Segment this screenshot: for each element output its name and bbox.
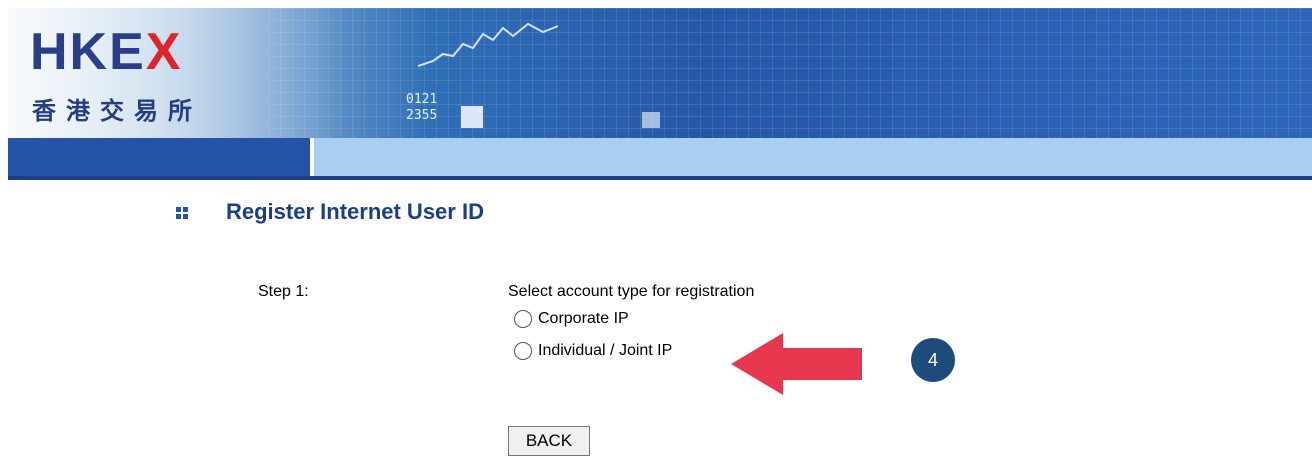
nav-bottom-rule: [8, 176, 1312, 180]
header-banner: HKEX 香港交易所 0121 2355: [8, 8, 1312, 138]
nav-bar-right: [314, 138, 1312, 176]
step-label: Step 1:: [258, 283, 309, 300]
ticker-line-2: 2355: [406, 108, 438, 123]
option-label: Corporate IP: [538, 310, 629, 327]
option-individual-joint-ip[interactable]: Individual / Joint IP: [514, 342, 672, 360]
stock-chart-graphic: [418, 22, 558, 67]
logo-x-mark: X: [145, 23, 183, 81]
radio-button[interactable]: [514, 310, 532, 328]
instruction-text: Select account type for registration: [508, 283, 755, 300]
ticker-numbers: 0121 2355: [406, 92, 437, 124]
option-corporate-ip[interactable]: Corporate IP: [514, 310, 629, 328]
page-title: Register Internet User ID: [226, 199, 484, 224]
option-label: Individual / Joint IP: [538, 342, 673, 359]
nav-bar-left: [8, 138, 310, 176]
logo-latin-text: HKE: [30, 23, 146, 81]
logo-chinese-text: 香港交易所: [32, 97, 202, 125]
hkex-logo[interactable]: HKEX: [30, 22, 182, 82]
annotation-arrow-icon: [731, 333, 862, 395]
back-button[interactable]: BACK: [508, 426, 590, 456]
banner-square: [642, 112, 660, 128]
banner-square: [461, 106, 483, 128]
radio-button[interactable]: [514, 342, 532, 360]
title-bullet-icon: [176, 207, 190, 221]
ticker-line-1: 0121: [406, 92, 438, 107]
step-number-badge: 4: [911, 338, 955, 382]
